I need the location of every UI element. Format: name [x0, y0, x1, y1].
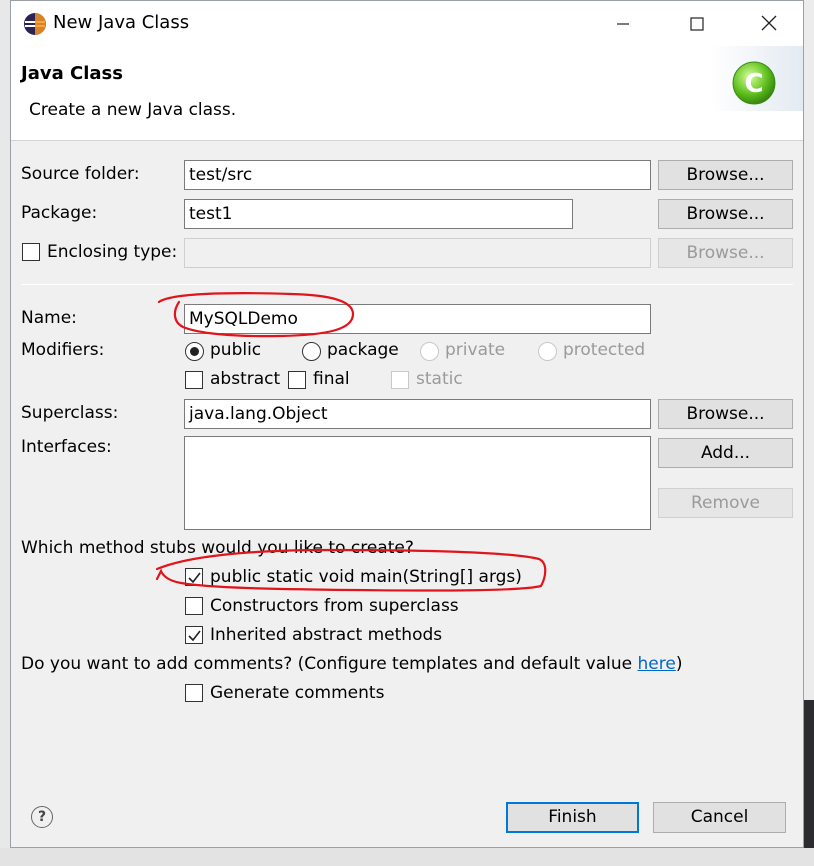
- minimize-icon: [616, 12, 630, 36]
- checkmark-icon: [187, 572, 201, 583]
- modifier-public-label: public: [210, 340, 262, 360]
- banner-description: Create a new Java class.: [29, 100, 237, 120]
- superclass-browse-button[interactable]: Browse...: [658, 399, 793, 429]
- cancel-button[interactable]: Cancel: [653, 802, 786, 833]
- superclass-label: Superclass:: [21, 403, 119, 423]
- superclass-field[interactable]: java.lang.Object: [184, 399, 651, 429]
- source-folder-field[interactable]: test/src: [184, 160, 651, 190]
- minimize-button[interactable]: [603, 9, 643, 39]
- final-label: final: [313, 369, 350, 389]
- generate-comments-label: Generate comments: [210, 683, 385, 703]
- abstract-checkbox[interactable]: [185, 371, 203, 389]
- close-icon: [761, 12, 777, 36]
- modifier-private-label: private: [445, 340, 506, 360]
- source-folder-label: Source folder:: [21, 164, 140, 184]
- configure-templates-link[interactable]: here: [638, 654, 676, 674]
- checkmark-icon: [187, 630, 201, 641]
- enclosing-type-label: Enclosing type:: [47, 242, 178, 262]
- final-checkbox[interactable]: [288, 371, 306, 389]
- enclosing-type-field: [184, 238, 651, 268]
- new-java-class-dialog: New Java Class Java Class Create a new J…: [10, 0, 804, 848]
- background-window-bottom: [0, 848, 814, 866]
- banner-art-letter: C: [744, 69, 763, 99]
- interfaces-add-button[interactable]: Add...: [658, 438, 793, 468]
- comments-close-paren: ): [675, 654, 683, 674]
- separator: [21, 284, 793, 285]
- static-checkbox: [391, 371, 409, 389]
- abstract-label: abstract: [210, 369, 281, 389]
- package-label: Package:: [21, 203, 98, 223]
- modifier-protected-label: protected: [563, 340, 646, 360]
- eclipse-icon: [23, 12, 47, 36]
- comments-question: Do you want to add comments? (Configure …: [21, 654, 682, 674]
- maximize-button[interactable]: [677, 9, 717, 39]
- modifier-protected-radio: [538, 342, 557, 361]
- interfaces-list[interactable]: [184, 436, 651, 530]
- finish-button[interactable]: Finish: [506, 802, 639, 833]
- help-glyph: ?: [37, 809, 47, 825]
- inherited-methods-checkbox[interactable]: [185, 626, 203, 644]
- main-method-checkbox[interactable]: [185, 568, 203, 586]
- java-class-wizard-icon: C: [711, 46, 803, 111]
- interfaces-label: Interfaces:: [21, 437, 112, 457]
- constructors-checkbox[interactable]: [185, 597, 203, 615]
- constructors-label: Constructors from superclass: [210, 596, 459, 616]
- main-method-label: public static void main(String[] args): [210, 567, 522, 587]
- enclosing-type-browse-button: Browse...: [658, 238, 793, 268]
- static-label: static: [416, 369, 463, 389]
- maximize-icon: [690, 12, 704, 36]
- close-button[interactable]: [749, 9, 789, 39]
- modifier-package-label: package: [327, 340, 399, 360]
- generate-comments-checkbox[interactable]: [185, 684, 203, 702]
- window-title: New Java Class: [53, 12, 190, 33]
- class-name-field[interactable]: MySQLDemo: [184, 304, 651, 334]
- interfaces-remove-button: Remove: [658, 488, 793, 518]
- enclosing-type-checkbox[interactable]: [22, 243, 40, 261]
- modifier-package-radio[interactable]: [302, 342, 321, 361]
- inherited-methods-label: Inherited abstract methods: [210, 625, 443, 645]
- banner-title: Java Class: [21, 63, 123, 84]
- source-folder-browse-button[interactable]: Browse...: [658, 160, 793, 190]
- title-bar: New Java Class: [11, 1, 803, 46]
- modifier-private-radio: [420, 342, 439, 361]
- help-icon[interactable]: ?: [31, 806, 53, 828]
- comments-question-text: Do you want to add comments? (Configure …: [21, 654, 638, 674]
- package-field[interactable]: test1: [184, 199, 573, 229]
- modifiers-label: Modifiers:: [21, 340, 105, 360]
- modifier-public-radio[interactable]: [185, 342, 204, 361]
- wizard-banner: Java Class Create a new Java class. C: [11, 46, 803, 141]
- method-stubs-question: Which method stubs would you like to cre…: [21, 538, 414, 558]
- name-label: Name:: [21, 308, 77, 328]
- package-browse-button[interactable]: Browse...: [658, 199, 793, 229]
